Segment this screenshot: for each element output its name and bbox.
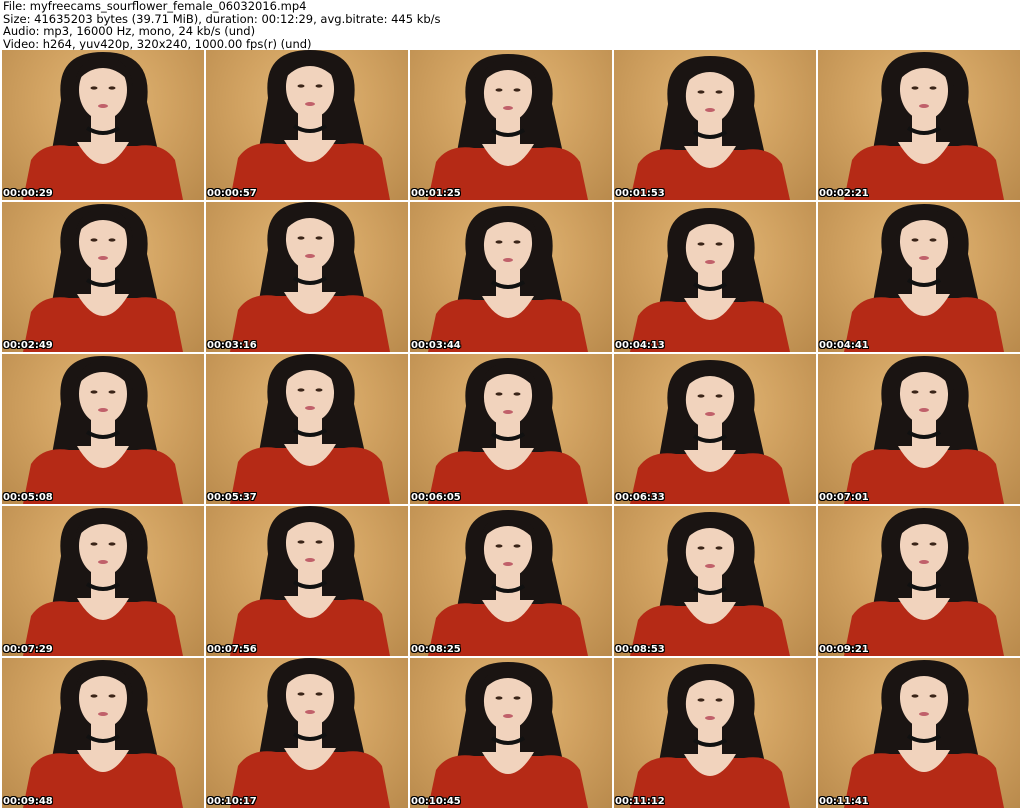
- person-figure-icon: [23, 660, 183, 808]
- thumbnail-timestamp: 00:01:25: [411, 188, 461, 199]
- person-figure-icon: [23, 52, 183, 200]
- thumbnail-timestamp: 00:03:44: [411, 340, 461, 351]
- person-figure-icon: [23, 508, 183, 656]
- thumbnail-timestamp: 00:06:05: [411, 492, 461, 503]
- video-thumbnail[interactable]: 00:08:25: [410, 506, 612, 656]
- person-figure-icon: [630, 664, 790, 808]
- audio-line: Audio: mp3, 16000 Hz, mono, 24 kb/s (und…: [3, 24, 256, 38]
- video-thumbnail[interactable]: 00:06:05: [410, 354, 612, 504]
- thumbnail-grid: 00:00:29 00:00:57 00:01:25 00:01:53 00:02:21…: [2, 50, 1022, 810]
- thumbnail-timestamp: 00:11:12: [615, 796, 665, 807]
- video-thumbnail[interactable]: 00:09:48: [2, 658, 204, 808]
- thumbnail-timestamp: 00:11:41: [819, 796, 869, 807]
- thumbnail-timestamp: 00:02:49: [3, 340, 53, 351]
- person-figure-icon: [844, 660, 1004, 808]
- thumbnail-timestamp: 00:01:53: [615, 188, 665, 199]
- person-figure-icon: [630, 56, 790, 200]
- file-name-line: File: myfreecams_sourflower_female_06032…: [3, 0, 307, 13]
- person-figure-icon: [428, 358, 588, 504]
- thumbnail-timestamp: 00:00:57: [207, 188, 257, 199]
- person-figure-icon: [230, 658, 390, 808]
- video-thumbnail[interactable]: 00:01:25: [410, 50, 612, 200]
- video-thumbnail[interactable]: 00:00:29: [2, 50, 204, 200]
- video-thumbnail[interactable]: 00:05:08: [2, 354, 204, 504]
- thumbnail-timestamp: 00:04:41: [819, 340, 869, 351]
- video-thumbnail[interactable]: 00:01:53: [614, 50, 816, 200]
- video-thumbnail[interactable]: 00:04:13: [614, 202, 816, 352]
- thumbnail-timestamp: 00:10:17: [207, 796, 257, 807]
- video-thumbnail[interactable]: 00:04:41: [818, 202, 1020, 352]
- video-thumbnail[interactable]: 00:05:37: [206, 354, 408, 504]
- video-thumbnail[interactable]: 00:10:45: [410, 658, 612, 808]
- video-thumbnail[interactable]: 00:11:41: [818, 658, 1020, 808]
- thumbnail-timestamp: 00:07:01: [819, 492, 869, 503]
- thumbnail-timestamp: 00:04:13: [615, 340, 665, 351]
- video-thumbnail[interactable]: 00:09:21: [818, 506, 1020, 656]
- person-figure-icon: [428, 510, 588, 656]
- thumbnail-timestamp: 00:02:21: [819, 188, 869, 199]
- video-thumbnail[interactable]: 00:08:53: [614, 506, 816, 656]
- thumbnail-timestamp: 00:07:56: [207, 644, 257, 655]
- thumbnail-timestamp: 00:06:33: [615, 492, 665, 503]
- thumbnail-timestamp: 00:00:29: [3, 188, 53, 199]
- thumbnail-timestamp: 00:09:48: [3, 796, 53, 807]
- video-thumbnail[interactable]: 00:07:56: [206, 506, 408, 656]
- thumbnail-timestamp: 00:05:08: [3, 492, 53, 503]
- video-thumbnail[interactable]: 00:00:57: [206, 50, 408, 200]
- thumbnail-timestamp: 00:09:21: [819, 644, 869, 655]
- person-figure-icon: [844, 508, 1004, 656]
- person-figure-icon: [230, 202, 390, 352]
- person-figure-icon: [428, 206, 588, 352]
- person-figure-icon: [230, 354, 390, 504]
- person-figure-icon: [844, 204, 1004, 352]
- person-figure-icon: [844, 356, 1004, 504]
- person-figure-icon: [230, 50, 390, 200]
- video-line: Video: h264, yuv420p, 320x240, 1000.00 f…: [3, 36, 312, 51]
- video-thumbnail[interactable]: 00:07:29: [2, 506, 204, 656]
- thumbnail-timestamp: 00:08:25: [411, 644, 461, 655]
- video-thumbnail[interactable]: 00:07:01: [818, 354, 1020, 504]
- video-thumbnail[interactable]: 00:10:17: [206, 658, 408, 808]
- video-thumbnail[interactable]: 00:02:21: [818, 50, 1020, 200]
- person-figure-icon: [23, 356, 183, 504]
- video-thumbnail[interactable]: 00:03:16: [206, 202, 408, 352]
- person-figure-icon: [428, 662, 588, 808]
- video-thumbnail[interactable]: 00:02:49: [2, 202, 204, 352]
- person-figure-icon: [630, 512, 790, 656]
- video-thumbnail[interactable]: 00:03:44: [410, 202, 612, 352]
- person-figure-icon: [630, 360, 790, 504]
- person-figure-icon: [844, 52, 1004, 200]
- person-figure-icon: [230, 506, 390, 656]
- person-figure-icon: [23, 204, 183, 352]
- thumbnail-timestamp: 00:03:16: [207, 340, 257, 351]
- person-figure-icon: [630, 208, 790, 352]
- file-info-header: File: myfreecams_sourflower_female_06032…: [3, 0, 1021, 50]
- video-thumbnail[interactable]: 00:06:33: [614, 354, 816, 504]
- thumbnail-timestamp: 00:05:37: [207, 492, 257, 503]
- person-figure-icon: [428, 54, 588, 200]
- thumbnail-timestamp: 00:10:45: [411, 796, 461, 807]
- thumbnail-timestamp: 00:07:29: [3, 644, 53, 655]
- video-thumbnail[interactable]: 00:11:12: [614, 658, 816, 808]
- thumbnail-timestamp: 00:08:53: [615, 644, 665, 655]
